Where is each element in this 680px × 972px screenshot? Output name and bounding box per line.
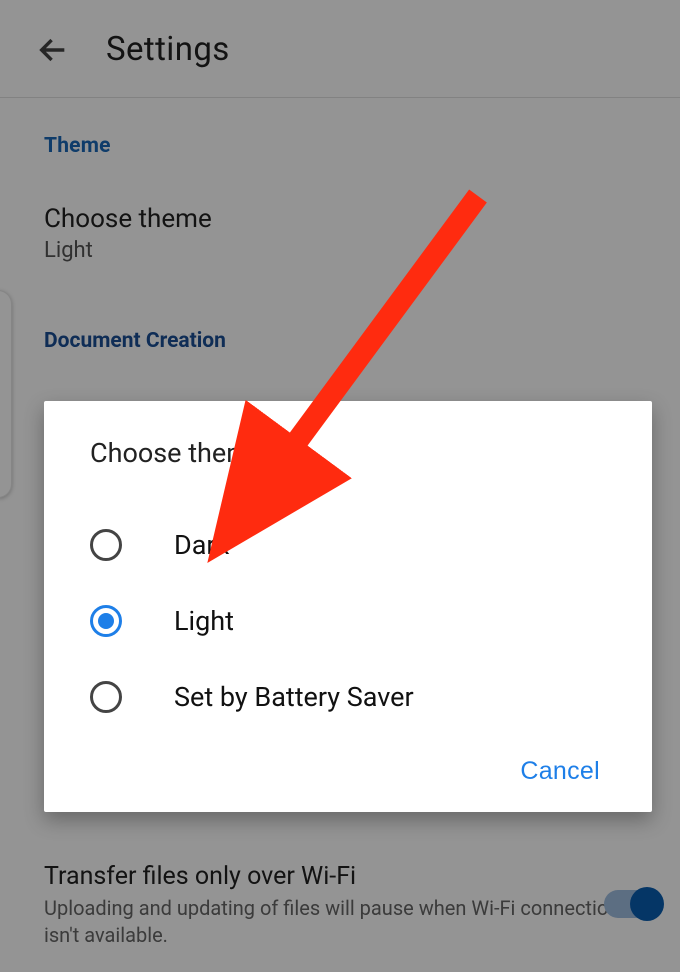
theme-options: Dark Light Set by Battery Saver xyxy=(44,507,652,735)
dialog-title: Choose theme xyxy=(44,437,652,471)
cancel-button[interactable]: Cancel xyxy=(520,757,600,786)
theme-option-dark[interactable]: Dark xyxy=(44,507,652,583)
theme-option-label: Set by Battery Saver xyxy=(174,681,414,713)
dialog-actions: Cancel xyxy=(44,735,652,786)
radio-icon xyxy=(90,529,122,561)
theme-option-label: Dark xyxy=(174,529,229,561)
theme-option-battery-saver[interactable]: Set by Battery Saver xyxy=(44,659,652,735)
radio-icon xyxy=(90,605,122,637)
theme-option-light[interactable]: Light xyxy=(44,583,652,659)
choose-theme-dialog: Choose theme Dark Light Set by Battery S… xyxy=(44,401,652,812)
theme-option-label: Light xyxy=(174,605,234,637)
radio-icon xyxy=(90,681,122,713)
